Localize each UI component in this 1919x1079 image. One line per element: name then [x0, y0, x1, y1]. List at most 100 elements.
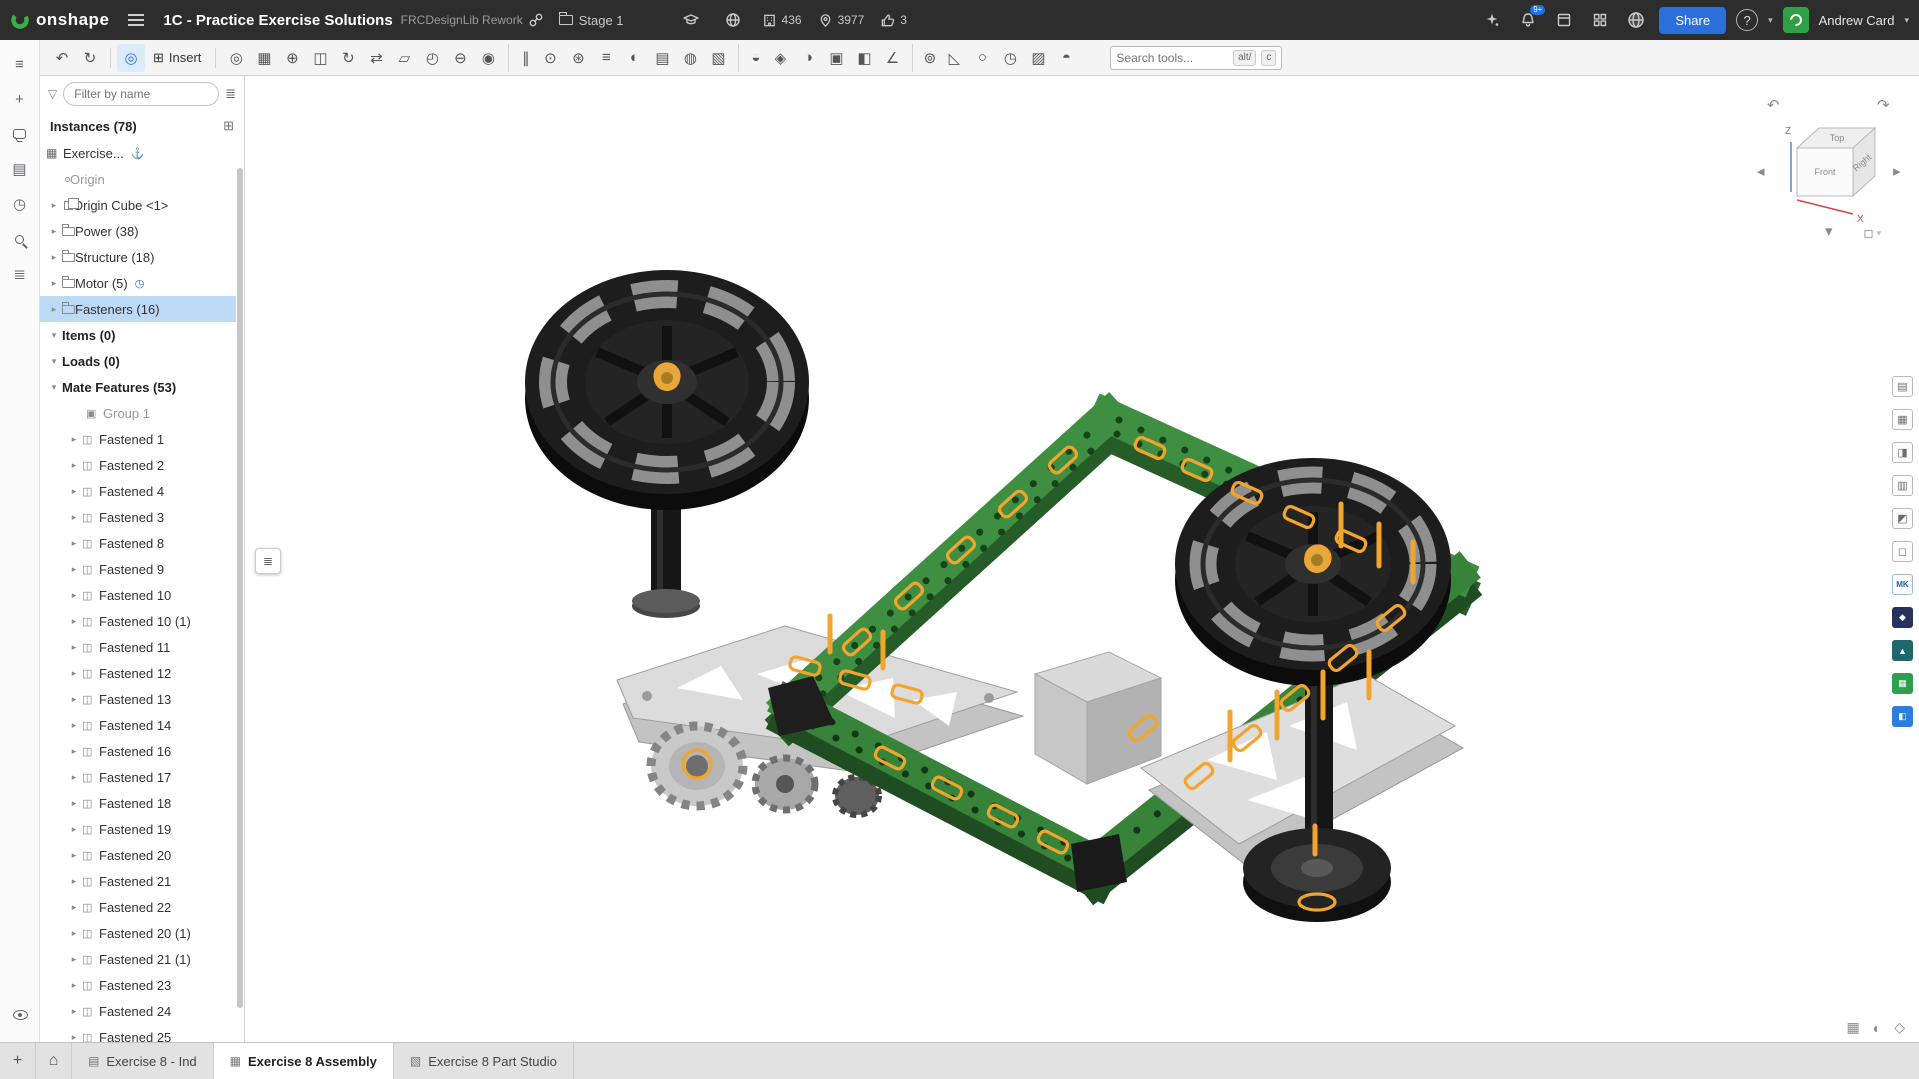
ball-mate-icon[interactable]: ◉: [474, 44, 502, 72]
expand-arrow-icon[interactable]: ▸: [66, 876, 82, 887]
rotate-right-icon[interactable]: ▸: [1893, 163, 1901, 180]
snap-mode-icon[interactable]: ◒: [738, 44, 766, 72]
expand-arrow-icon[interactable]: ▸: [66, 746, 82, 757]
measure-icon[interactable]: ∠: [878, 44, 906, 72]
in-context-icon[interactable]: ◷: [996, 44, 1024, 72]
expand-arrow-icon[interactable]: ▸: [66, 642, 82, 653]
tree-item[interactable]: ▸ Fastened 17: [40, 764, 236, 790]
tree-item[interactable]: ▸ Origin Cube <1>: [40, 192, 236, 218]
new-folder-icon[interactable]: ⊞: [223, 118, 234, 134]
expand-arrow-icon[interactable]: ▸: [66, 1006, 82, 1017]
filter-funnel-icon[interactable]: ▽: [48, 87, 57, 101]
tree-item[interactable]: ▸ Motor (5) ◷: [40, 270, 236, 296]
tree-item[interactable]: ▸ Fastened 14: [40, 712, 236, 738]
history-icon[interactable]: ◷: [6, 190, 34, 218]
tree-item[interactable]: ▸ Fastened 25: [40, 1024, 236, 1042]
tree-item[interactable]: ▸ Fastened 10: [40, 582, 236, 608]
grid-view-icon[interactable]: ▦: [1847, 1019, 1860, 1036]
expand-arrow-icon[interactable]: ▸: [66, 1032, 82, 1043]
render-mode-icon[interactable]: ◐: [1873, 1019, 1881, 1036]
tree-item[interactable]: ▸ Fastened 1: [40, 426, 236, 452]
tree-item[interactable]: ▸ Fastened 2: [40, 452, 236, 478]
tree-item[interactable]: ▸ Fastened 9: [40, 556, 236, 582]
expand-arrow-icon[interactable]: ▸: [66, 486, 82, 497]
screw-relation-icon[interactable]: ◐: [620, 44, 648, 72]
search-panel-icon[interactable]: [6, 225, 34, 253]
comments-icon[interactable]: [6, 120, 34, 148]
copies-stat[interactable]: 436: [762, 13, 802, 28]
expand-arrow-icon[interactable]: ▸: [66, 720, 82, 731]
org-globe-icon[interactable]: [1623, 7, 1649, 33]
tree-item[interactable]: ▾ Mate Features (53): [40, 374, 236, 400]
insert-button[interactable]: ⊞ Insert: [145, 44, 209, 72]
share-link-icon[interactable]: [523, 7, 549, 33]
expand-arrow-icon[interactable]: ▸: [66, 694, 82, 705]
document-tab[interactable]: ▤ Exercise 8 - Ind: [72, 1043, 214, 1079]
expand-arrow-icon[interactable]: ▾: [46, 356, 62, 367]
hole-icon[interactable]: ○: [968, 44, 996, 72]
ai-assistant-icon[interactable]: [1479, 7, 1505, 33]
tree-item[interactable]: ▸ Structure (18): [40, 244, 236, 270]
revolute-mate-icon[interactable]: ↻: [334, 44, 362, 72]
expand-arrow-icon[interactable]: ▸: [66, 902, 82, 913]
tree-item[interactable]: ▸ Fastened 13: [40, 686, 236, 712]
gear-relation-icon[interactable]: ⊛: [564, 44, 592, 72]
view-cube-menu[interactable]: ◻ ▾: [1864, 226, 1882, 240]
tree-item[interactable]: Origin: [40, 166, 236, 192]
add-tab-button[interactable]: +: [0, 1043, 36, 1079]
expand-arrow-icon[interactable]: ▸: [66, 460, 82, 471]
expand-arrow-icon[interactable]: ▸: [66, 928, 82, 939]
follows-stat[interactable]: 3977: [818, 13, 865, 28]
tree-item[interactable]: ▸ Fastened 16: [40, 738, 236, 764]
rotate-ccw-icon[interactable]: ↶: [1767, 97, 1780, 114]
filter-input[interactable]: [63, 82, 219, 106]
assembly-3d-view[interactable]: [245, 76, 1919, 1042]
appearance-icon[interactable]: ◓: [1052, 44, 1080, 72]
tree-item[interactable]: ▸ Fastened 10 (1): [40, 608, 236, 634]
tangent-relation-icon[interactable]: ⊙: [536, 44, 564, 72]
tree-item[interactable]: ▾ Loads (0): [40, 348, 236, 374]
expand-arrow-icon[interactable]: ▸: [66, 798, 82, 809]
follow-mode-panel-icon[interactable]: ▤: [1892, 376, 1913, 397]
configurations-icon[interactable]: ▨: [1024, 44, 1052, 72]
share-button[interactable]: Share: [1659, 7, 1726, 34]
sheets-app-icon[interactable]: ▦: [1892, 673, 1913, 694]
render-panel-icon[interactable]: ◩: [1892, 508, 1913, 529]
expand-arrow-icon[interactable]: ▸: [46, 252, 62, 263]
fastened-mate-icon[interactable]: ◫: [306, 44, 334, 72]
measure-panel-icon[interactable]: ◻: [1892, 541, 1913, 562]
teal-app-icon[interactable]: ▲: [1892, 640, 1913, 661]
home-button[interactable]: ⌂: [36, 1043, 72, 1079]
configuration-panel-icon[interactable]: ▥: [1892, 475, 1913, 496]
feature-list-flyout-button[interactable]: ≣: [255, 548, 281, 574]
expand-arrow-icon[interactable]: ▸: [66, 824, 82, 835]
mate-icon[interactable]: ◎: [222, 44, 250, 72]
section-view-icon[interactable]: ◧: [850, 44, 878, 72]
tree-item[interactable]: ▸ Fastened 21 (1): [40, 946, 236, 972]
instance-list-icon[interactable]: ≡: [6, 50, 34, 78]
tree-item[interactable]: ▸ Fastened 23: [40, 972, 236, 998]
tree-item[interactable]: ▸ Fastened 24: [40, 998, 236, 1024]
notes-panel-icon[interactable]: ≣: [6, 260, 34, 288]
expand-arrow-icon[interactable]: ▸: [66, 538, 82, 549]
expand-arrow-icon[interactable]: ▸: [66, 590, 82, 601]
replicate-icon[interactable]: ▧: [704, 44, 732, 72]
public-globe-icon[interactable]: [720, 7, 746, 33]
help-icon[interactable]: ?: [1736, 9, 1758, 31]
help-caret-icon[interactable]: ▾: [1768, 15, 1773, 26]
mass-properties-icon[interactable]: ⊚: [912, 44, 940, 72]
report-panel-icon[interactable]: [1551, 7, 1577, 33]
expand-arrow-icon[interactable]: ▸: [46, 278, 62, 289]
list-view-icon[interactable]: ≣: [225, 86, 236, 102]
tree-item[interactable]: Group 1: [40, 400, 236, 426]
undo-icon[interactable]: ↶: [48, 44, 76, 72]
mkcad-app-icon[interactable]: MK: [1892, 574, 1913, 595]
expand-arrow-icon[interactable]: ▸: [46, 304, 62, 315]
onshape-logo[interactable]: onshape: [10, 10, 109, 30]
search-tools-input[interactable]: [1116, 51, 1228, 65]
named-positions-icon[interactable]: ▣: [822, 44, 850, 72]
tree-item[interactable]: Exercise... ⚓: [40, 140, 236, 166]
rotate-left-icon[interactable]: ◂: [1757, 163, 1765, 180]
document-tab[interactable]: ▧ Exercise 8 Part Studio: [394, 1043, 574, 1079]
mate-connector-icon[interactable]: ⊕: [278, 44, 306, 72]
